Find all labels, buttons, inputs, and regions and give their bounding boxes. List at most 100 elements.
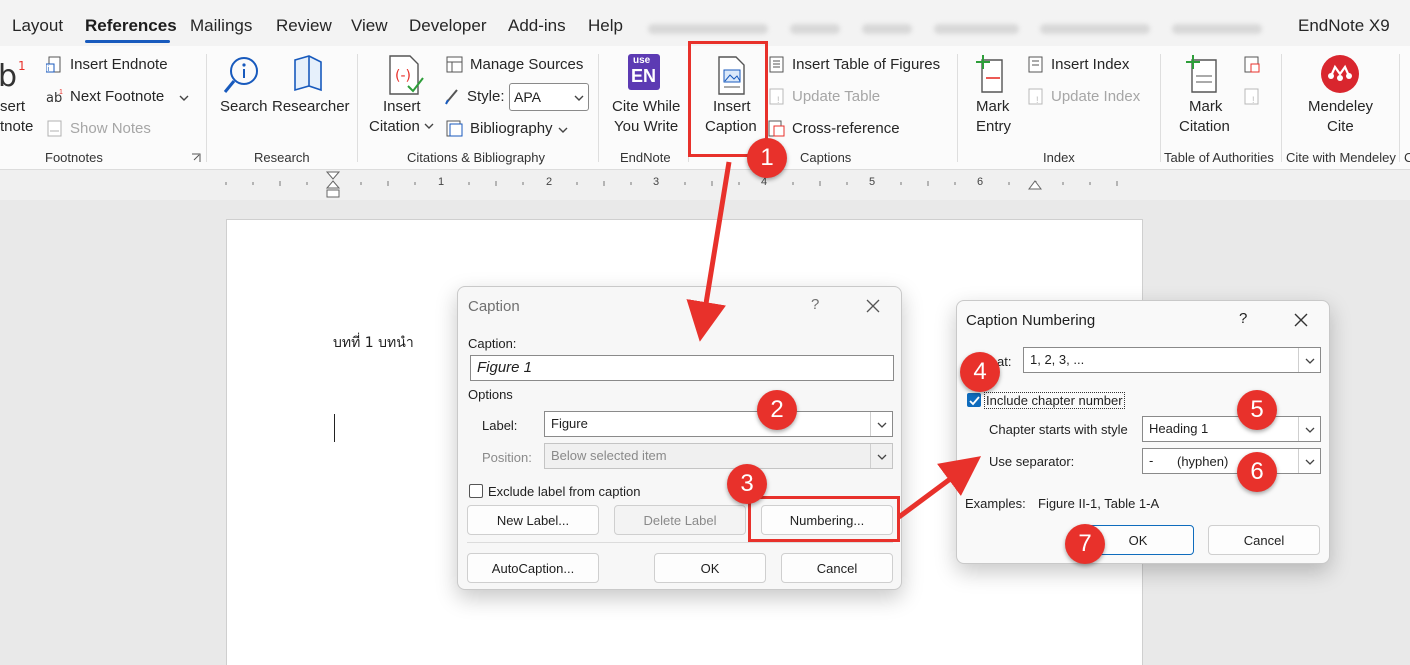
manage-sources-icon	[446, 56, 463, 73]
chevron-down-icon	[1305, 427, 1315, 433]
exclude-label-checkbox[interactable]	[469, 484, 483, 498]
chevron-down-icon	[424, 123, 434, 129]
blurred-tab[interactable]	[1172, 24, 1262, 34]
blurred-tab[interactable]	[1040, 24, 1150, 34]
next-footnote-label: Next Footnote	[70, 88, 165, 105]
footnote-icon: b 1	[0, 59, 26, 92]
dropdown-button[interactable]	[1298, 449, 1320, 473]
group-label-index: Index	[1043, 150, 1075, 165]
chevron-down-icon	[877, 454, 887, 460]
next-footnote-icon: ab1	[46, 89, 63, 105]
svg-text:(-): (-)	[395, 68, 411, 84]
blurred-tab[interactable]	[648, 24, 768, 34]
step-badge-4: 4	[960, 352, 1000, 392]
help-icon[interactable]: ?	[1239, 310, 1247, 327]
position-dropdown[interactable]: Below selected item	[544, 443, 893, 469]
numbering-ok-button-text: OK	[1128, 532, 1148, 548]
autocaption-button-text: AutoCaption...	[491, 560, 575, 576]
delete-label-button-text: Delete Label	[643, 512, 717, 528]
include-chapter-checkbox[interactable]	[967, 393, 981, 407]
tab-references[interactable]: References	[85, 16, 177, 36]
close-icon[interactable]	[1294, 313, 1308, 327]
tab-help[interactable]: Help	[588, 16, 623, 36]
format-dropdown-value: 1, 2, 3, ...	[1030, 352, 1085, 367]
tab-mailings[interactable]: Mailings	[190, 16, 252, 36]
chapter-style-dropdown[interactable]: Heading 1	[1142, 416, 1321, 442]
ruler[interactable]: 1 2 3 4 5 6	[0, 170, 1410, 200]
insert-citation-label: Insert	[383, 98, 421, 115]
cite-while-label: You Write	[614, 118, 679, 135]
style-icon	[445, 89, 458, 105]
position-dropdown-value: Below selected item	[551, 448, 667, 463]
tab-endnote[interactable]: EndNote X9	[1298, 16, 1390, 36]
group-label-mendeley: Cite with Mendeley	[1286, 150, 1396, 165]
close-icon[interactable]	[866, 299, 880, 313]
tab-layout[interactable]: Layout	[12, 16, 63, 36]
caption-input[interactable]: Figure 1	[470, 355, 894, 381]
dropdown-button[interactable]	[1298, 348, 1320, 372]
label-dropdown[interactable]: Figure	[544, 411, 893, 437]
ruler-number: 6	[977, 176, 984, 188]
help-icon[interactable]: ?	[811, 296, 819, 313]
svg-text:1: 1	[18, 59, 26, 73]
dialog-launcher-icon[interactable]	[191, 153, 201, 163]
tab-developer[interactable]: Developer	[409, 16, 487, 36]
caption-ok-button[interactable]: OK	[654, 553, 766, 583]
update-table-of-authorities-icon[interactable]: !	[1243, 88, 1260, 105]
chevron-down-icon	[574, 95, 584, 101]
step-badge-1: 1	[747, 138, 787, 178]
dropdown-button[interactable]	[870, 412, 892, 436]
ruler-number: 1	[438, 176, 445, 188]
numbering-cancel-button[interactable]: Cancel	[1208, 525, 1320, 555]
mark-entry-label: Mark	[976, 98, 1010, 115]
insert-table-of-authorities-icon[interactable]	[1243, 56, 1260, 73]
text-cursor	[334, 414, 335, 442]
dropdown-button[interactable]	[870, 444, 892, 468]
group-separator	[357, 54, 358, 162]
ruler-number: 2	[546, 176, 553, 188]
active-tab-underline	[85, 40, 170, 43]
mark-entry-icon	[976, 55, 1003, 93]
blurred-tab[interactable]	[790, 24, 840, 34]
group-label-citations: Citations & Bibliography	[407, 150, 546, 165]
update-index-icon: !	[1028, 88, 1043, 105]
style-dropdown[interactable]: APA	[509, 83, 589, 111]
group-separator	[1399, 54, 1400, 162]
indent-marker-icon[interactable]	[326, 171, 340, 199]
update-index-label: Update Index	[1051, 88, 1141, 105]
tab-review[interactable]: Review	[276, 16, 332, 36]
label-dropdown-value: Figure	[551, 416, 588, 431]
search-icon	[223, 57, 258, 93]
options-section-label: Options	[468, 387, 513, 402]
tab-view[interactable]: View	[351, 16, 388, 36]
mark-citation-label: Mark	[1189, 98, 1223, 115]
autocaption-button[interactable]: AutoCaption...	[467, 553, 599, 583]
update-table-icon: !	[769, 88, 784, 105]
separator-name: (hyphen)	[1177, 454, 1229, 469]
separator-dropdown[interactable]: - (hyphen)	[1142, 448, 1321, 474]
blurred-tab[interactable]	[862, 24, 912, 34]
chevron-down-icon	[1305, 358, 1315, 364]
tab-add-ins[interactable]: Add-ins	[508, 16, 566, 36]
blurred-tab[interactable]	[934, 24, 1019, 34]
researcher-icon	[294, 55, 322, 92]
mendeley-logo-icon	[1321, 55, 1359, 93]
step-badge-6: 6	[1237, 452, 1277, 492]
checkmark-icon	[969, 396, 980, 406]
new-label-button[interactable]: New Label...	[467, 505, 599, 535]
endnote-logo-bottom: EN	[631, 66, 657, 86]
svg-text:!: !	[1036, 95, 1039, 105]
chevron-down-icon	[179, 95, 189, 101]
bibliography-icon	[446, 120, 463, 137]
caption-cancel-button[interactable]: Cancel	[781, 553, 893, 583]
insert-footnote-label: tnote	[0, 118, 34, 135]
document-heading-text: บทที่ 1 บทนำ	[333, 335, 414, 351]
dropdown-button[interactable]	[1298, 417, 1320, 441]
show-notes-icon	[47, 120, 62, 137]
format-dropdown[interactable]: 1, 2, 3, ...	[1023, 347, 1321, 373]
caption-dialog: Caption ? Caption: Figure 1 Options Labe…	[457, 286, 902, 590]
svg-text:1: 1	[59, 89, 63, 96]
delete-label-button[interactable]: Delete Label	[614, 505, 746, 535]
new-label-button-text: New Label...	[496, 512, 570, 528]
right-indent-marker-icon[interactable]	[1028, 180, 1042, 190]
